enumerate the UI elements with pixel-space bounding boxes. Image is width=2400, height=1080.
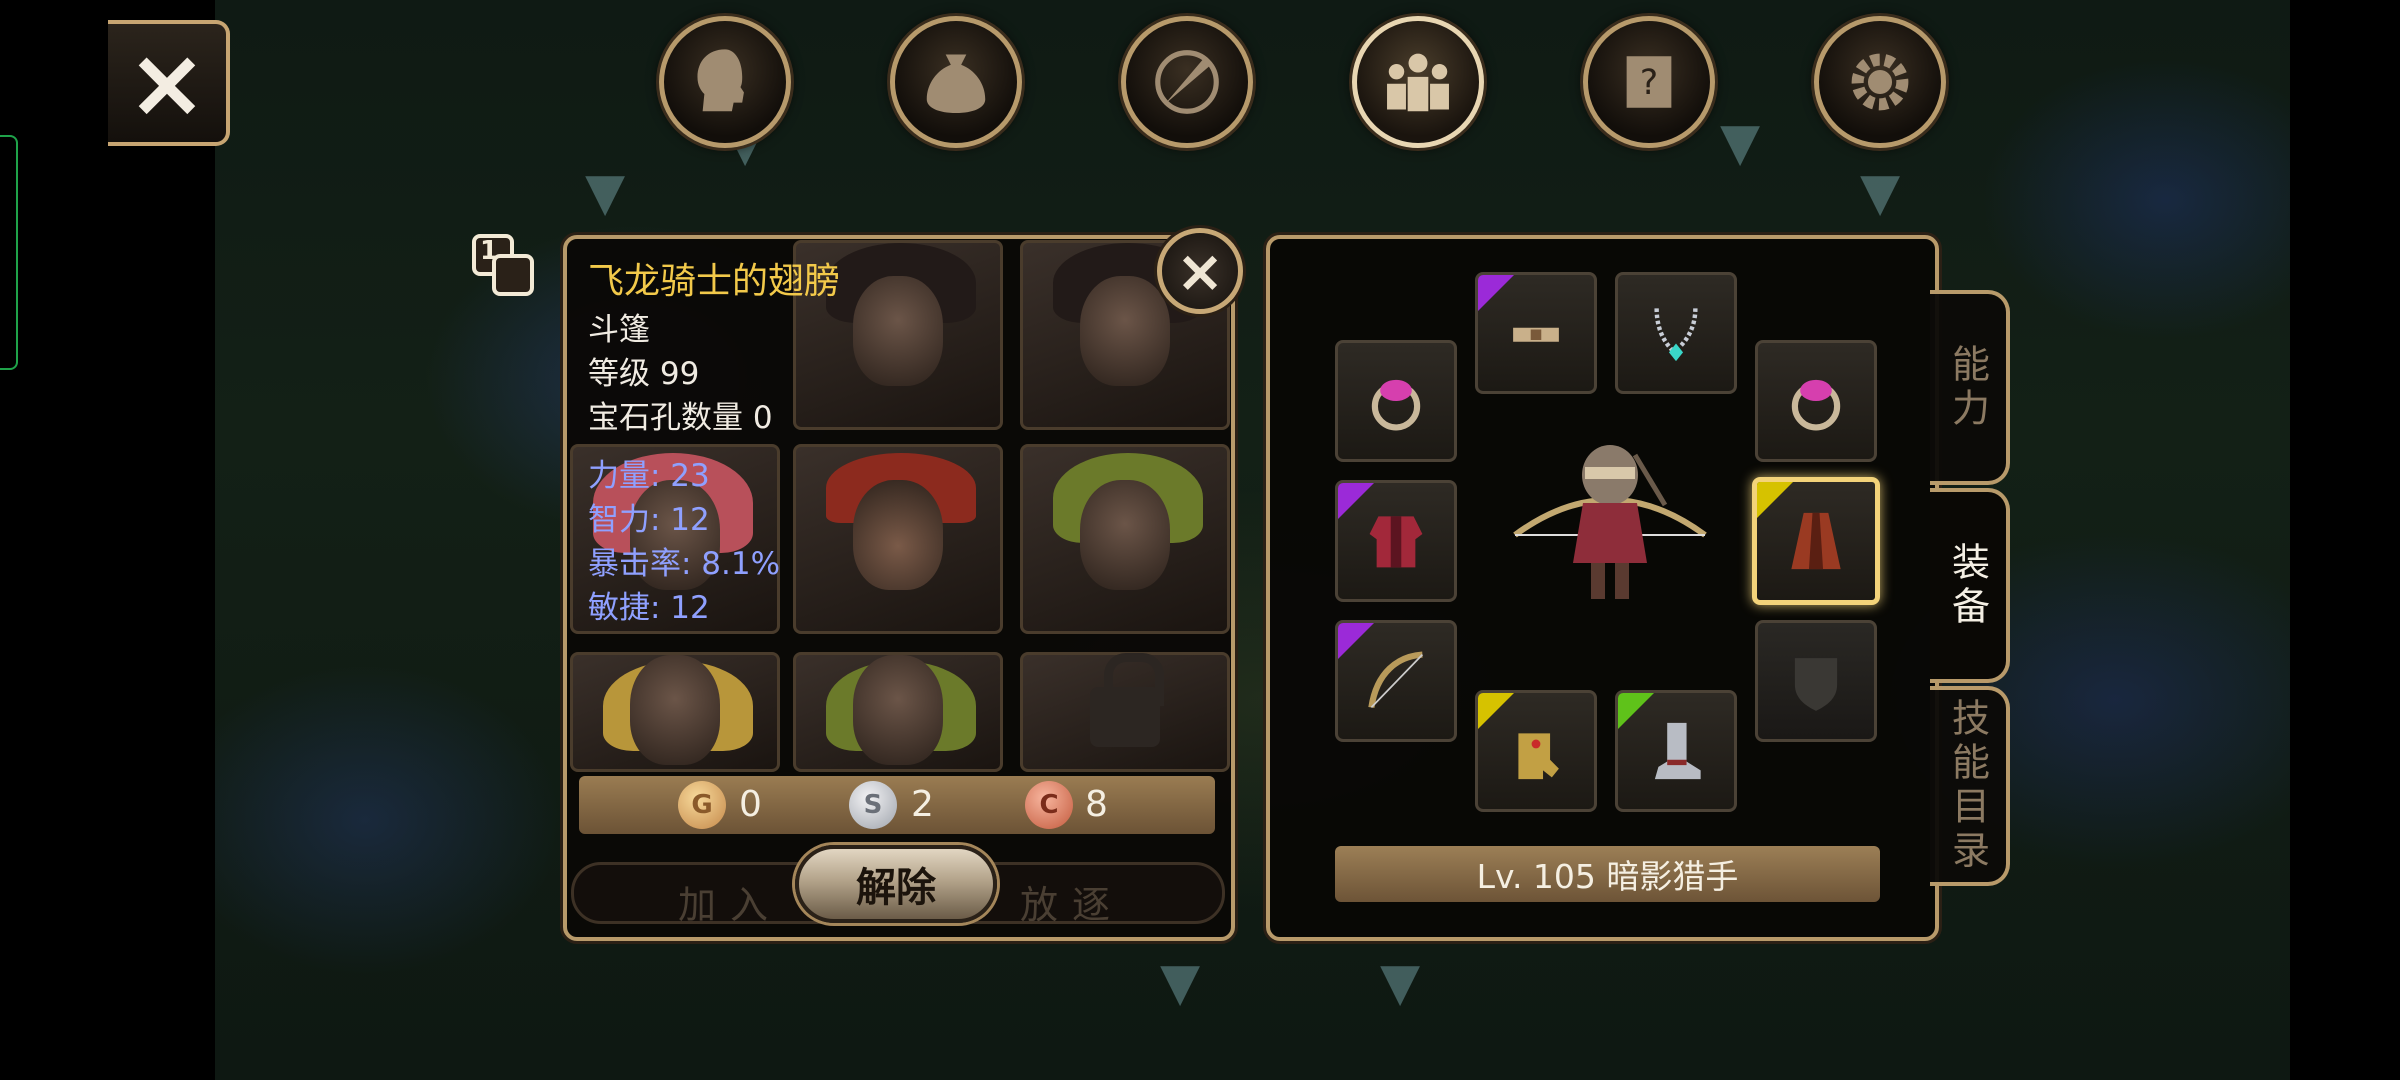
party-portrait[interactable] [793,652,1003,772]
quest-scroll-icon: ? [1626,56,1672,108]
equip-slot-ring-left[interactable] [1335,340,1457,462]
chevron-down-icon: ▾ [1860,143,1901,236]
inventory-tab-button[interactable] [890,16,1022,148]
shield-empty-icon [1794,658,1838,711]
expel-button[interactable]: 放逐 [1020,874,1124,929]
equip-slot-cloak[interactable] [1752,477,1880,605]
quest-tab-button[interactable]: ? [1583,16,1715,148]
chevron-down-icon: ▾ [1720,93,1761,186]
gold-amount: 0 [739,784,762,825]
settings-tab-button[interactable] [1814,16,1946,148]
copper-amount: 8 [1085,784,1108,825]
locked-party-slot[interactable] [1020,652,1230,772]
ring-icon [1791,379,1841,431]
game-screen: ▾ ▾ ▾ ▾ ▾ ▾ × ? 1 飞龙骑士的翅膀 斗篷 等级 99 [0,0,2400,1080]
edge-frame [0,135,18,370]
ring-icon [1371,379,1421,431]
silver-coin-icon: S [849,781,897,829]
item-stat: 暴击率: 8.1% [588,546,781,582]
compass-sword-icon [1155,50,1219,114]
tooltip-close-button[interactable]: × [1157,228,1243,314]
svg-text:?: ? [1640,63,1658,103]
lock-icon [1090,652,1164,747]
bag-icon [926,54,986,113]
item-stat: 力量: 23 [588,458,710,494]
close-menu-button[interactable]: × [108,20,230,146]
silver-amount: 2 [911,784,934,825]
equip-slot-necklace[interactable] [1615,272,1737,394]
chevron-down-icon: ▾ [1380,933,1421,1026]
character-tab-button[interactable] [659,16,791,148]
gear-icon [1851,53,1909,111]
join-button[interactable]: 加入 [678,874,782,929]
stack-icon: 1 [470,232,538,300]
equip-slot-offhand[interactable] [1755,620,1877,742]
currency-bar: G 0 S 2 C 8 [579,776,1215,834]
close-icon: × [126,27,208,139]
item-type: 斗篷 [588,312,650,348]
character-sprite [1513,445,1707,599]
equip-slot-boots[interactable] [1615,690,1737,812]
equip-slot-gloves[interactable] [1475,690,1597,812]
equip-slot-armor[interactable] [1335,480,1457,602]
copper-coin-icon: C [1025,781,1073,829]
chevron-down-icon: ▾ [1160,933,1201,1026]
equip-slot-helmet[interactable] [1475,272,1597,394]
character-level-label: Lv. 105 暗影猎手 [1476,857,1739,896]
item-name: 飞龙骑士的翅膀 [588,261,841,302]
tab-equipment[interactable]: 装备 [1930,488,2010,683]
item-tooltip: 飞龙骑士的翅膀 斗篷 等级 99 宝石孔数量 0 力量: 23 智力: 12 暴… [588,256,1008,630]
character-level-bar: Lv. 105 暗影猎手 [1335,846,1880,902]
unequip-button[interactable]: 解除 [795,845,997,923]
tab-skill-list[interactable]: 技能目录 [1930,686,2010,886]
chevron-down-icon: ▾ [585,143,626,236]
party-icon [1387,53,1449,112]
head-icon [697,49,744,112]
tab-abilities[interactable]: 能力 [1930,290,2010,485]
party-portrait[interactable] [1020,444,1230,634]
gold-coin-icon: G [678,781,726,829]
party-portrait[interactable] [570,652,780,772]
item-gem-slots: 宝石孔数量 0 [588,400,773,436]
party-tab-button[interactable] [1352,16,1484,148]
equip-slot-weapon[interactable] [1335,620,1457,742]
close-icon: × [1175,237,1225,305]
item-level: 等级 99 [588,356,700,392]
equip-slot-ring-right[interactable] [1755,340,1877,462]
item-stat: 智力: 12 [588,502,710,538]
necklace-icon [1654,308,1698,362]
battle-tab-button[interactable] [1121,16,1253,148]
item-stat: 敏捷: 12 [588,590,710,626]
